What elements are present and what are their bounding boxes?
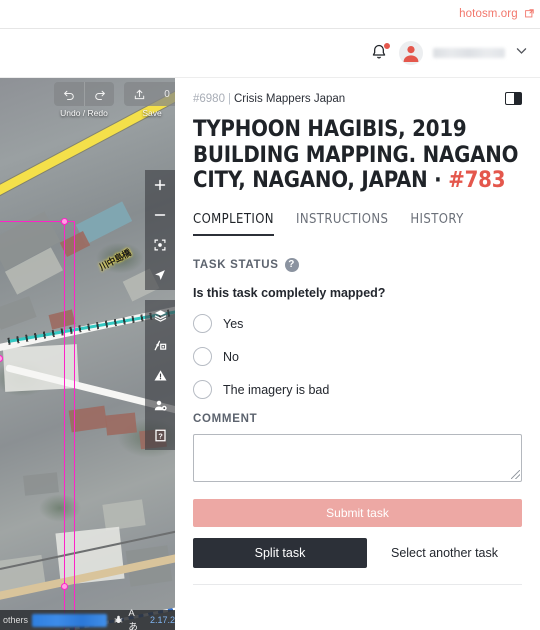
external-link-icon: [525, 8, 534, 21]
breadcrumb-text: #6980 | Crisis Mappers Japan: [193, 93, 345, 105]
task-boundary-divider: [64, 221, 65, 630]
save-group: 0 Save: [124, 82, 175, 118]
building-shape: [105, 412, 137, 436]
breadcrumb-separator: |: [227, 92, 231, 105]
tab-completion[interactable]: Completion: [193, 212, 274, 237]
zoom-in-icon[interactable]: [145, 170, 175, 200]
editor-status-bar: others Aあ 2.17.2: [0, 608, 175, 630]
sidebar-toggle-icon[interactable]: [505, 92, 522, 105]
geolocate-icon[interactable]: [145, 260, 175, 290]
comment-input[interactable]: [193, 434, 522, 483]
background-layers-icon[interactable]: [145, 300, 175, 330]
task-status-text: Task status: [193, 259, 279, 272]
radio-label: No: [223, 349, 239, 364]
help-circle-icon[interactable]: ?: [284, 258, 299, 273]
undo-button[interactable]: [54, 82, 84, 106]
zoom-out-icon[interactable]: [145, 200, 175, 230]
issues-icon[interactable]: [145, 360, 175, 390]
id-editor-map[interactable]: 川中島橋 Undo / Redo 0 Save ? others Aあ 2.17…: [0, 78, 175, 630]
comment-field-wrap: [193, 434, 522, 483]
comment-label: Comment: [193, 413, 522, 425]
radio-option-no[interactable]: No: [193, 347, 522, 367]
radio-button[interactable]: [193, 347, 212, 367]
app-header: [0, 29, 540, 78]
hotosm-site-link[interactable]: hotosm.org: [459, 8, 534, 21]
task-number: #783: [448, 168, 506, 194]
notifications-button[interactable]: [369, 42, 391, 63]
boundary-vertex[interactable]: [61, 583, 68, 590]
title-separator: ·: [434, 168, 442, 194]
map-controls-rail: ?: [145, 170, 175, 450]
project-id[interactable]: #6980: [193, 93, 225, 105]
editor-toolbar: Undo / Redo 0 Save: [54, 82, 175, 118]
help-icon[interactable]: ?: [145, 420, 175, 450]
avatar[interactable]: [399, 41, 423, 65]
site-link-label: hotosm.org: [459, 7, 518, 20]
browser-top-strip: hotosm.org: [0, 0, 540, 29]
completion-question: Is this task completely mapped?: [193, 286, 386, 301]
page-title: Typhoon Hagibis, 2019 Building Mapping. …: [193, 117, 522, 194]
attribution-label[interactable]: others: [0, 615, 28, 625]
save-count: 0: [164, 88, 170, 100]
breadcrumb: #6980 | Crisis Mappers Japan: [193, 92, 522, 105]
undo-redo-label: Undo / Redo: [60, 108, 108, 118]
svg-text:?: ?: [158, 431, 163, 440]
user-avatar-icon: [403, 46, 419, 62]
chevron-down-icon[interactable]: [515, 44, 528, 62]
notification-badge: [383, 42, 391, 50]
imagery-attribution[interactable]: [31, 613, 108, 627]
redo-button[interactable]: [84, 82, 114, 106]
boundary-vertex[interactable]: [61, 218, 68, 225]
undo-redo-group: Undo / Redo: [54, 82, 114, 118]
app-root: hotosm.org 川中島橋 Undo / Redo 0 Save ? oth…: [0, 0, 540, 630]
editor-version: 2.17.2: [149, 615, 175, 625]
task-panel: #6980 | Crisis Mappers Japan Typhoon Hagib…: [175, 78, 540, 630]
map-panels-group: ?: [145, 300, 175, 450]
radio-button[interactable]: [193, 314, 212, 334]
task-status-label: Task status ?: [193, 258, 522, 273]
radio-option-bad-imagery[interactable]: The imagery is bad: [193, 380, 522, 400]
submit-task-button[interactable]: Submit task: [193, 499, 522, 528]
map-data-icon[interactable]: [145, 330, 175, 360]
radio-label: Yes: [223, 316, 244, 331]
radio-option-yes[interactable]: Yes: [193, 314, 522, 334]
radio-label: The imagery is bad: [223, 382, 330, 397]
tab-history[interactable]: History: [410, 212, 463, 236]
comment-label-text: Comment: [193, 413, 258, 426]
building-shape: [102, 499, 146, 531]
panel-divider: [193, 584, 522, 586]
zoom-to-selection-icon[interactable]: [145, 230, 175, 260]
preferences-icon[interactable]: [145, 390, 175, 420]
language-toggle[interactable]: Aあ: [128, 608, 144, 630]
statusbar-icons: Aあ: [113, 608, 144, 630]
username-label: [433, 48, 505, 58]
tab-instructions[interactable]: Instructions: [296, 212, 388, 236]
zoom-controls-group: [145, 170, 175, 290]
save-label: Save: [142, 108, 162, 118]
bug-icon[interactable]: [113, 614, 124, 627]
project-name[interactable]: Crisis Mappers Japan: [234, 93, 345, 105]
radio-button[interactable]: [193, 380, 212, 400]
save-button[interactable]: [124, 82, 154, 106]
secondary-actions: Split task Select another task: [193, 538, 522, 569]
select-another-task-button[interactable]: Select another task: [367, 538, 522, 568]
tab-bar: Completion Instructions History: [193, 212, 522, 237]
split-task-button[interactable]: Split task: [193, 538, 367, 569]
